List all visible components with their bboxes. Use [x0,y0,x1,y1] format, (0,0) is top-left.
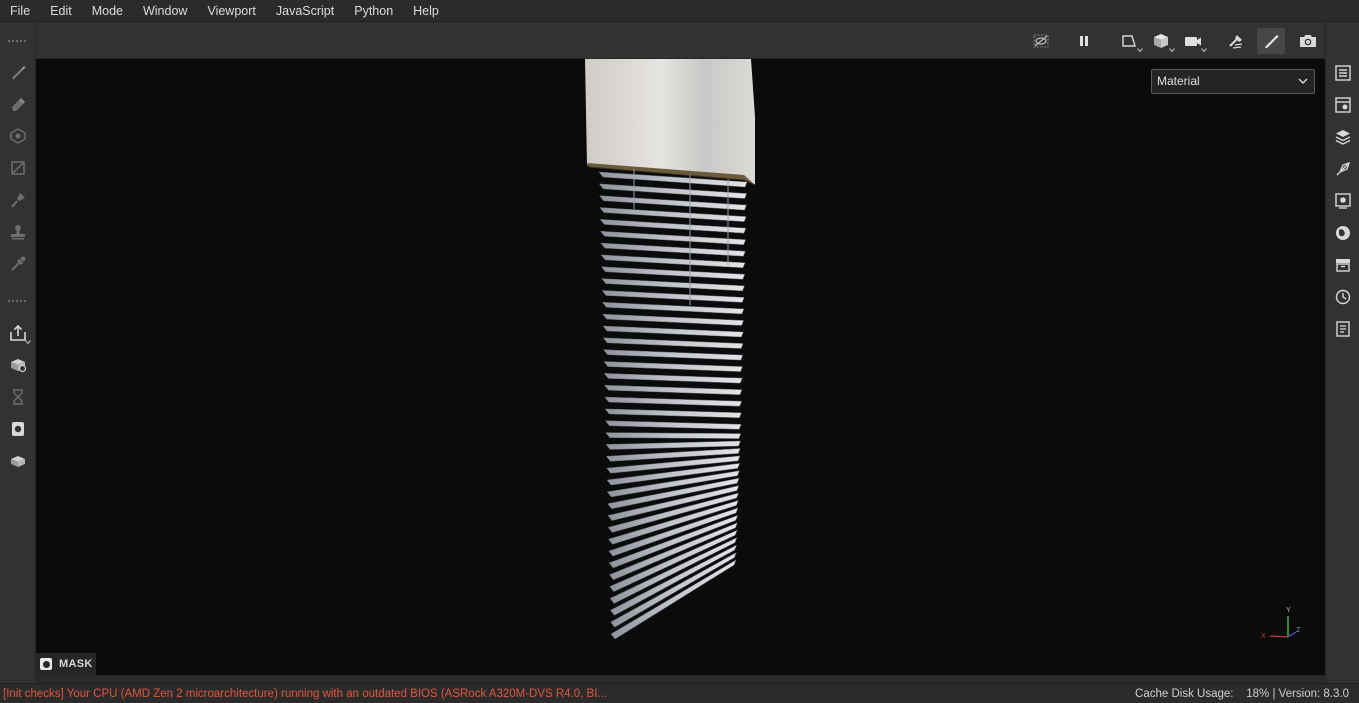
status-info: Cache Disk Usage: 18% | Version: 8.3.0 [1135,684,1349,703]
blind-slat [602,313,744,326]
blind-slat [599,219,747,234]
blinds-model[interactable] [36,59,1325,675]
blind-slat [601,302,745,315]
projection-icon[interactable] [6,124,30,148]
blind-slat [603,373,743,384]
chevron-down-icon [1201,48,1207,53]
right-toolbar [1325,23,1359,683]
menu-edit[interactable]: Edit [40,0,82,22]
menu-python[interactable]: Python [344,0,403,22]
mask-toggle[interactable]: MASK [36,653,96,675]
clone-stamp-icon[interactable] [6,220,30,244]
mask-label: MASK [59,658,93,670]
z-axis [1287,631,1297,638]
toolbar-grip[interactable] [8,300,28,302]
mesh-mode-icon[interactable] [1222,28,1250,54]
status-bar: [Init checks] Your CPU (AMD Zen 2 microa… [0,683,1359,703]
blind-slat [600,254,746,269]
bake-icon[interactable] [6,353,30,377]
menu-mode[interactable]: Mode [82,0,133,22]
top-toolbar [36,23,1325,59]
log-icon[interactable] [1331,317,1355,341]
color-picker-icon[interactable] [6,252,30,276]
axis-label-z: Z [1296,627,1301,634]
left-toolbar [0,23,36,683]
blind-slat [601,290,745,303]
menu-help[interactable]: Help [403,0,449,22]
viewport-bottom-strip [36,675,1325,683]
camera-icon[interactable] [1179,28,1207,54]
blind-slat [603,349,744,361]
screenshot-icon[interactable] [1294,28,1322,54]
2d-view-icon[interactable] [1115,28,1143,54]
chevron-down-icon [1169,48,1175,53]
blind-slat [599,230,746,245]
export-icon[interactable] [6,321,31,345]
display-icon[interactable] [1331,189,1355,213]
blind-slat [603,361,743,372]
eraser-icon[interactable] [6,92,30,116]
blind-slats [598,171,748,640]
display-settings-icon[interactable] [6,417,30,441]
chevron-down-icon [25,340,31,345]
hourglass-icon[interactable] [6,385,30,409]
shelf-icon[interactable] [1331,253,1355,277]
cache-disk-label: Cache Disk Usage: [1135,688,1234,700]
mask-icon [40,658,52,670]
axis-label-x: X [1261,633,1266,640]
blind-slat [600,266,746,280]
blind-slat [605,440,741,450]
channel-select[interactable]: Material [1151,69,1315,94]
axis-gizmo: Y X Z [1261,607,1301,640]
3d-viewport[interactable]: Material MASK Y X Z [36,59,1325,675]
smudge-icon[interactable] [6,188,30,212]
hide-ui-icon[interactable] [1027,28,1055,54]
blind-slat [604,408,742,419]
blind-slat [604,384,743,395]
layers-list-icon[interactable] [1331,61,1355,85]
layer-stack-icon[interactable] [1331,125,1355,149]
environment-icon[interactable] [1331,221,1355,245]
blind-slat [599,207,747,222]
blind-slat [598,183,748,199]
toolbar-grip[interactable] [8,40,28,42]
history-icon[interactable] [1331,285,1355,309]
status-separator: | [1272,688,1276,700]
blind-slat [604,396,743,407]
app-window: File Edit Mode Window Viewport JavaScrip… [0,0,1359,703]
blind-slat [601,278,745,292]
blind-slat [602,325,744,338]
chevron-down-icon [1298,78,1308,84]
headrail [585,59,756,186]
texture-set-icon[interactable] [6,449,30,473]
menu-file[interactable]: File [0,0,40,22]
paint-brush-icon[interactable] [6,60,30,84]
x-axis [1269,635,1289,638]
axis-label-y: Y [1286,607,1291,614]
menu-javascript[interactable]: JavaScript [266,0,344,22]
polygon-fill-icon[interactable] [6,156,30,180]
channel-select-value: Material [1157,74,1200,88]
paint-mode-icon[interactable] [1257,28,1285,54]
blind-slat [600,242,746,257]
version-label: Version: 8.3.0 [1278,688,1349,700]
3d-view-icon[interactable] [1147,28,1175,54]
properties-icon[interactable] [1331,157,1355,181]
cache-disk-value: 18% [1246,688,1270,700]
texture-set-settings-icon[interactable] [1331,93,1355,117]
menu-viewport[interactable]: Viewport [197,0,265,22]
menu-bar: File Edit Mode Window Viewport JavaScrip… [0,0,1359,22]
pause-icon[interactable] [1070,28,1098,54]
blind-slat [604,420,742,430]
blind-slat [602,337,744,349]
blind-slat [599,195,747,211]
menu-window[interactable]: Window [133,0,197,22]
status-message[interactable]: [Init checks] Your CPU (AMD Zen 2 microa… [3,684,607,703]
chevron-down-icon [1137,48,1143,53]
blind-slat [605,432,742,439]
